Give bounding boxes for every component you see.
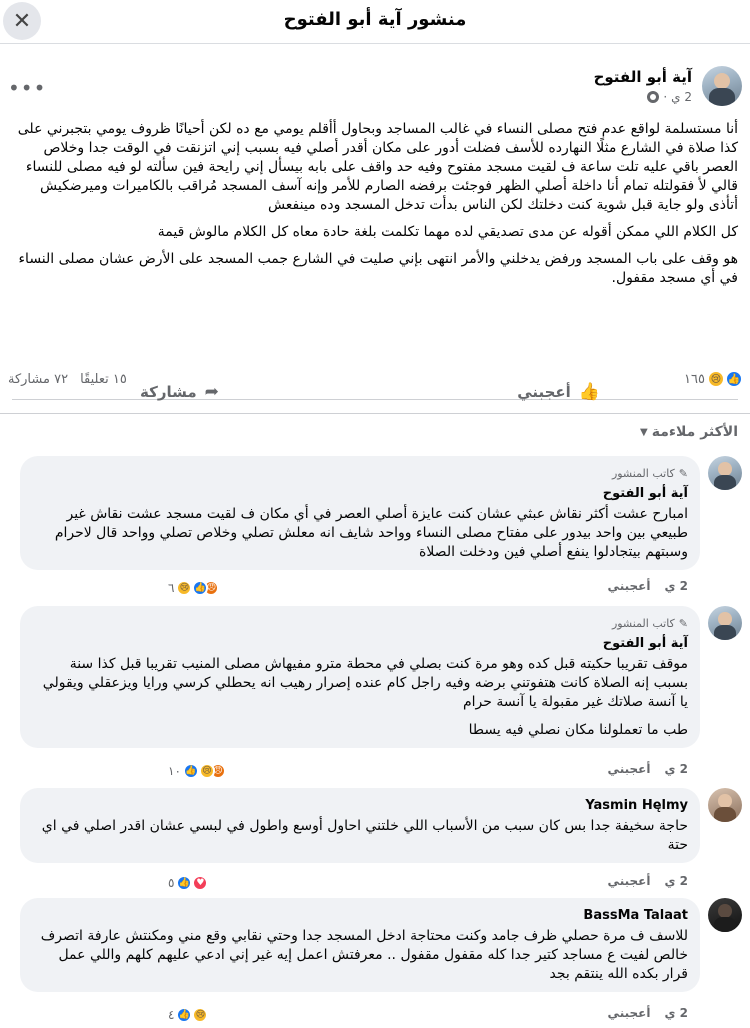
author-badge: ✎ كاتب المنشور	[32, 464, 688, 483]
share-icon: ➦	[204, 382, 219, 402]
comment-time[interactable]: 2 ي	[664, 874, 688, 888]
comment-like-button[interactable]: أعجبني	[608, 579, 651, 593]
comment-footer: 2 ي أعجبني	[608, 874, 688, 888]
comment-reactions[interactable]: 👍 ♥ ٥	[168, 875, 209, 891]
dot-separator: ·	[663, 90, 668, 104]
comment-reactions[interactable]: 😢 👍 😠 ٦	[168, 580, 220, 596]
post-author-name[interactable]: آية أبو الفتوح	[594, 68, 692, 86]
comment-like-button[interactable]: أعجبني	[608, 1006, 651, 1020]
chevron-down-icon: ▼	[640, 426, 648, 438]
comment-bubble: ✎ كاتب المنشور آية أبو الفتوح امبارح عشت …	[20, 456, 700, 570]
commenter-name[interactable]: BassMa Talaat	[32, 906, 688, 925]
comment: BassMa Talaat للاسف ف مرة حصلي ظرف جامد …	[8, 898, 742, 1026]
post-time[interactable]: 2 ي	[671, 90, 692, 104]
author-badge: ✎ كاتب المنشور	[32, 614, 688, 633]
commenter-name[interactable]: آية أبو الفتوح	[32, 634, 688, 653]
post-meta: 2 ي ·	[647, 90, 692, 104]
comment: ✎ كاتب المنشور آية أبو الفتوح امبارح عشت …	[8, 456, 742, 606]
post-paragraph: كل الكلام اللي ممكن أقوله عن مدى تصديقي …	[157, 224, 738, 240]
close-icon[interactable]: ✕	[3, 2, 41, 40]
post-paragraph: أنا مستسلمة لواقع عدم فتح مصلى النساء في…	[17, 121, 738, 213]
sad-reaction-icon: 😢	[192, 1007, 209, 1023]
sort-label: الأكثر ملاءمة	[651, 424, 738, 440]
thumbs-up-icon: 👍	[578, 382, 600, 402]
post-header: آية أبو الفتوح 2 ي · •••	[8, 66, 742, 116]
comment-text: موقف تقريبا حكيته قبل كده وهو مرة كنت بص…	[42, 656, 688, 710]
share-label: مشاركة	[140, 383, 197, 401]
sad-reaction-icon: 😢	[198, 763, 215, 779]
comment-footer: 2 ي أعجبني	[608, 762, 688, 776]
love-reaction-icon: ♥	[192, 875, 209, 891]
share-button[interactable]: ➦ مشاركة	[140, 382, 219, 402]
comment-time[interactable]: 2 ي	[664, 1006, 688, 1020]
comment-reaction-count: ٥	[168, 876, 175, 890]
commenter-avatar[interactable]	[708, 788, 742, 822]
like-reaction-icon: 👍	[182, 763, 199, 779]
comment-reaction-count: ٤	[168, 1008, 175, 1022]
comment-text: حاجة سخيفة جدا بس كان سبب من الأسباب الل…	[41, 818, 688, 853]
comment-bubble: BassMa Talaat للاسف ف مرة حصلي ظرف جامد …	[20, 898, 700, 992]
sort-comments-dropdown[interactable]: الأكثر ملاءمة ▼	[640, 424, 738, 440]
page-title: منشور آية أبو الفتوح	[283, 9, 467, 30]
like-reaction-icon: 👍	[176, 1007, 193, 1023]
comment: ✎ كاتب المنشور آية أبو الفتوح موقف تقريبا…	[8, 606, 742, 786]
post-body: أنا مستسلمة لواقع عدم فتح مصلى النساء في…	[8, 120, 738, 296]
pencil-icon: ✎	[678, 617, 688, 630]
commenter-name[interactable]: آية أبو الفتوح	[32, 484, 688, 503]
top-bar: منشور آية أبو الفتوح ✕	[0, 0, 750, 44]
like-label: أعجبني	[517, 383, 571, 401]
comment-footer: 2 ي أعجبني	[608, 1006, 688, 1020]
comment-reactions[interactable]: 👍 😢 ٤	[168, 1007, 209, 1023]
comment-time[interactable]: 2 ي	[664, 762, 688, 776]
comment-reaction-count: ٦	[168, 581, 175, 595]
pencil-icon: ✎	[678, 467, 688, 480]
commenter-avatar[interactable]	[708, 606, 742, 640]
commenter-avatar[interactable]	[708, 898, 742, 932]
divider	[12, 399, 738, 400]
comment-bubble: Yasmin Hęlmy حاجة سخيفة جدا بس كان سبب م…	[20, 788, 700, 863]
comment-reaction-count: ١٠	[168, 764, 181, 778]
comment-text-2: طب ما تعملولنا مكان نصلي فيه يسطا	[468, 722, 688, 738]
like-button[interactable]: 👍 أعجبني	[517, 382, 600, 402]
comment-footer: 2 ي أعجبني	[608, 579, 688, 593]
divider	[0, 413, 750, 414]
author-avatar[interactable]	[702, 66, 742, 106]
comment: Yasmin Hęlmy حاجة سخيفة جدا بس كان سبب م…	[8, 788, 742, 896]
comment-text: امبارح عشت أكثر نقاش عبثي عشان كنت عايزة…	[54, 506, 688, 560]
comment-like-button[interactable]: أعجبني	[608, 874, 651, 888]
sad-reaction-icon: 😢	[176, 580, 193, 596]
commenter-avatar[interactable]	[708, 456, 742, 490]
globe-icon	[647, 91, 660, 103]
commenter-name[interactable]: Yasmin Hęlmy	[32, 796, 688, 815]
comment-like-button[interactable]: أعجبني	[608, 762, 651, 776]
comment-time[interactable]: 2 ي	[664, 579, 688, 593]
more-options-icon[interactable]: •••	[8, 76, 46, 100]
post-paragraph: هو وقف على باب المسجد ورفض يدخلني والأمر…	[18, 251, 738, 286]
like-reaction-icon: 👍	[176, 875, 193, 891]
comment-text: للاسف ف مرة حصلي ظرف جامد وكنت محتاجة اد…	[40, 928, 688, 982]
post-actions: 👍 أعجبني ➦ مشاركة	[0, 370, 750, 418]
comment-reactions[interactable]: 👍 😢 😠 ١٠	[168, 763, 226, 779]
comment-bubble: ✎ كاتب المنشور آية أبو الفتوح موقف تقريبا…	[20, 606, 700, 748]
